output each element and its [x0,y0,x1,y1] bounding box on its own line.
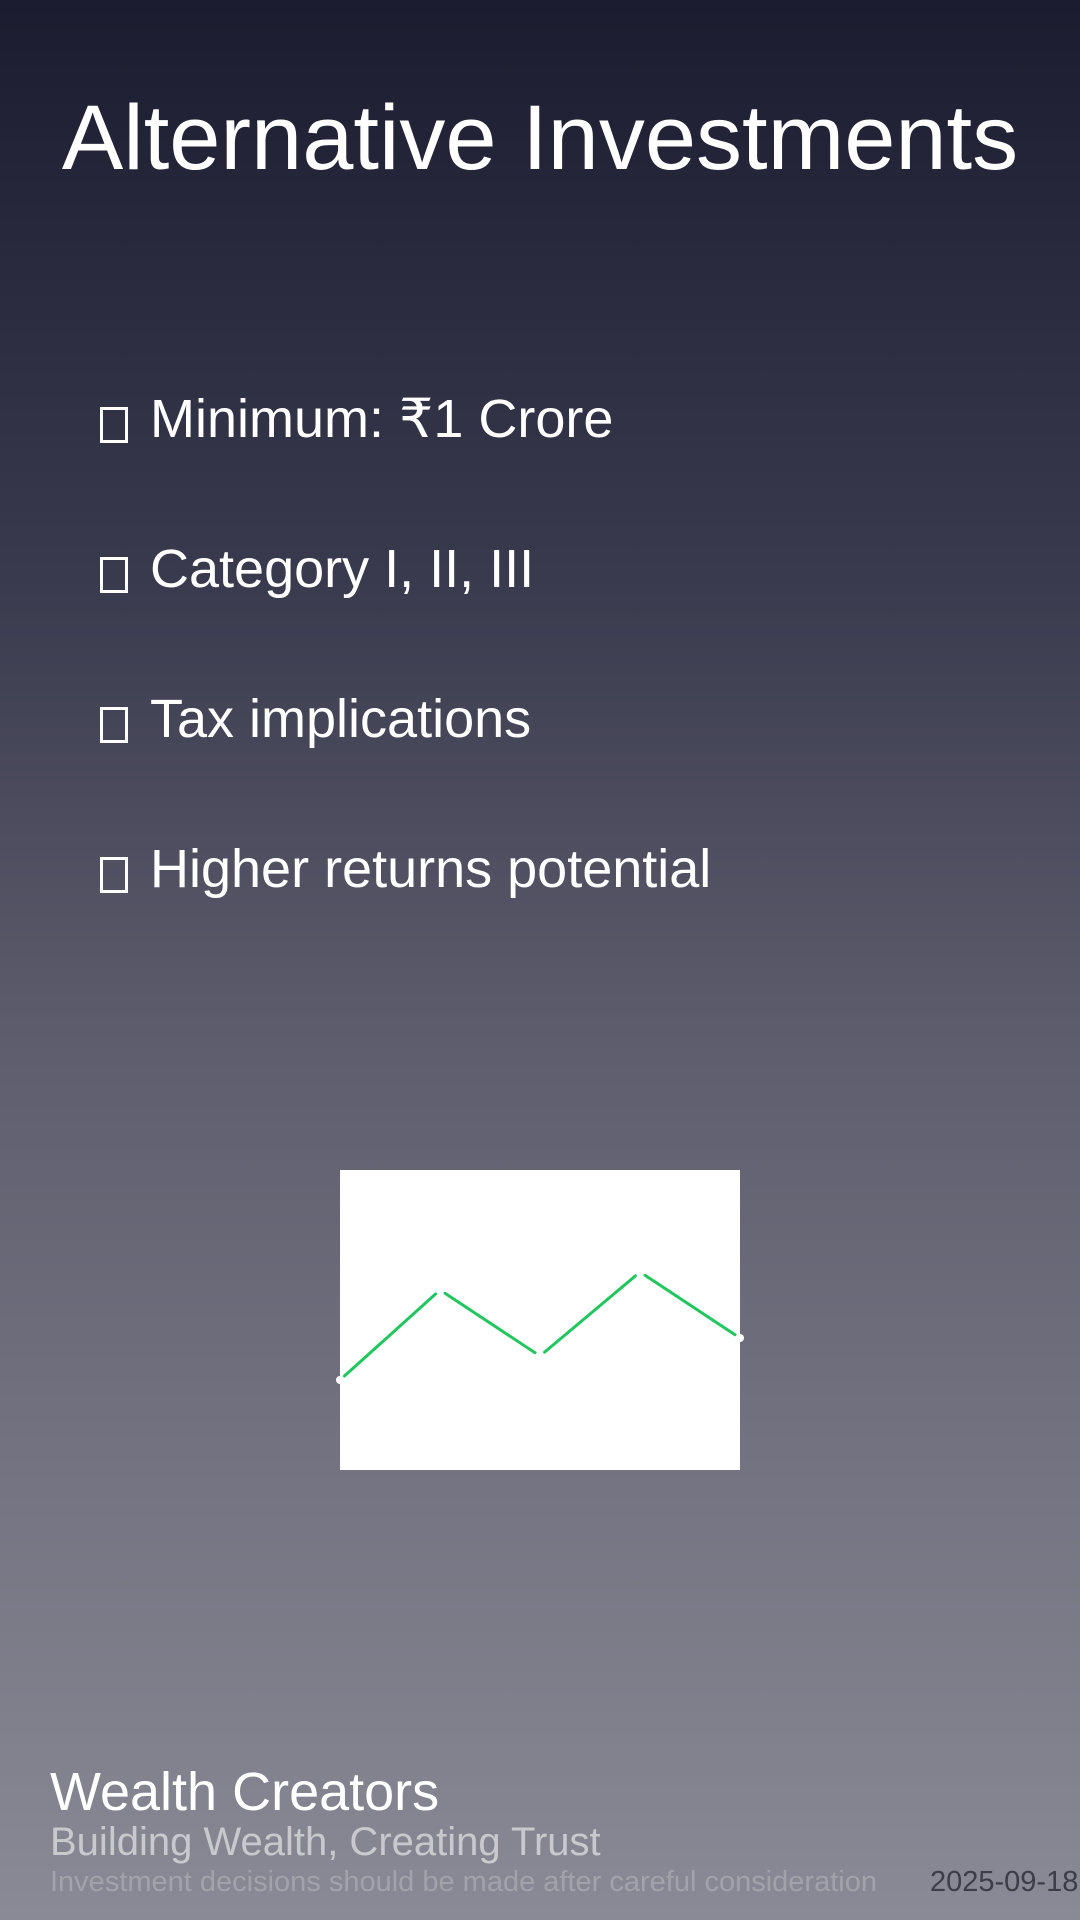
bullet-list: Minimum: ₹1 Crore Category I, II, III Ta… [100,392,1000,992]
data-point [636,1268,644,1276]
bullet-item: Minimum: ₹1 Crore [100,392,1000,542]
bullet-item: Category I, II, III [100,542,1000,692]
data-point [336,1376,344,1384]
data-point [436,1286,444,1294]
line-chart [336,1170,744,1470]
data-point [736,1334,744,1342]
bullet-label: Category I, II, III [150,539,535,599]
checkbox-icon [100,407,128,443]
line-chart-svg [336,1268,744,1384]
brand-name: Wealth Creators [50,1762,440,1822]
data-point [536,1352,544,1360]
bullet-label: Tax implications [150,689,532,749]
series-line-segment [443,1291,537,1355]
bullet-label: Minimum: ₹1 Crore [150,389,614,449]
series-line-segment [543,1274,637,1354]
checkbox-icon [100,707,128,743]
bullet-label: Higher returns potential [150,839,712,899]
checkbox-icon [100,857,128,893]
bullet-item: Higher returns potential [100,842,1000,992]
checkbox-icon [100,557,128,593]
disclaimer-text: Investment decisions should be made afte… [50,1868,877,1897]
brand-tagline: Building Wealth, Creating Trust [50,1820,601,1864]
bullet-item: Tax implications [100,692,1000,842]
series-line-segment [643,1273,737,1337]
slide-title: Alternative Investments [61,87,1019,189]
series-line-segment [342,1292,438,1378]
date-stamp: 2025-09-18 [930,1868,1079,1897]
